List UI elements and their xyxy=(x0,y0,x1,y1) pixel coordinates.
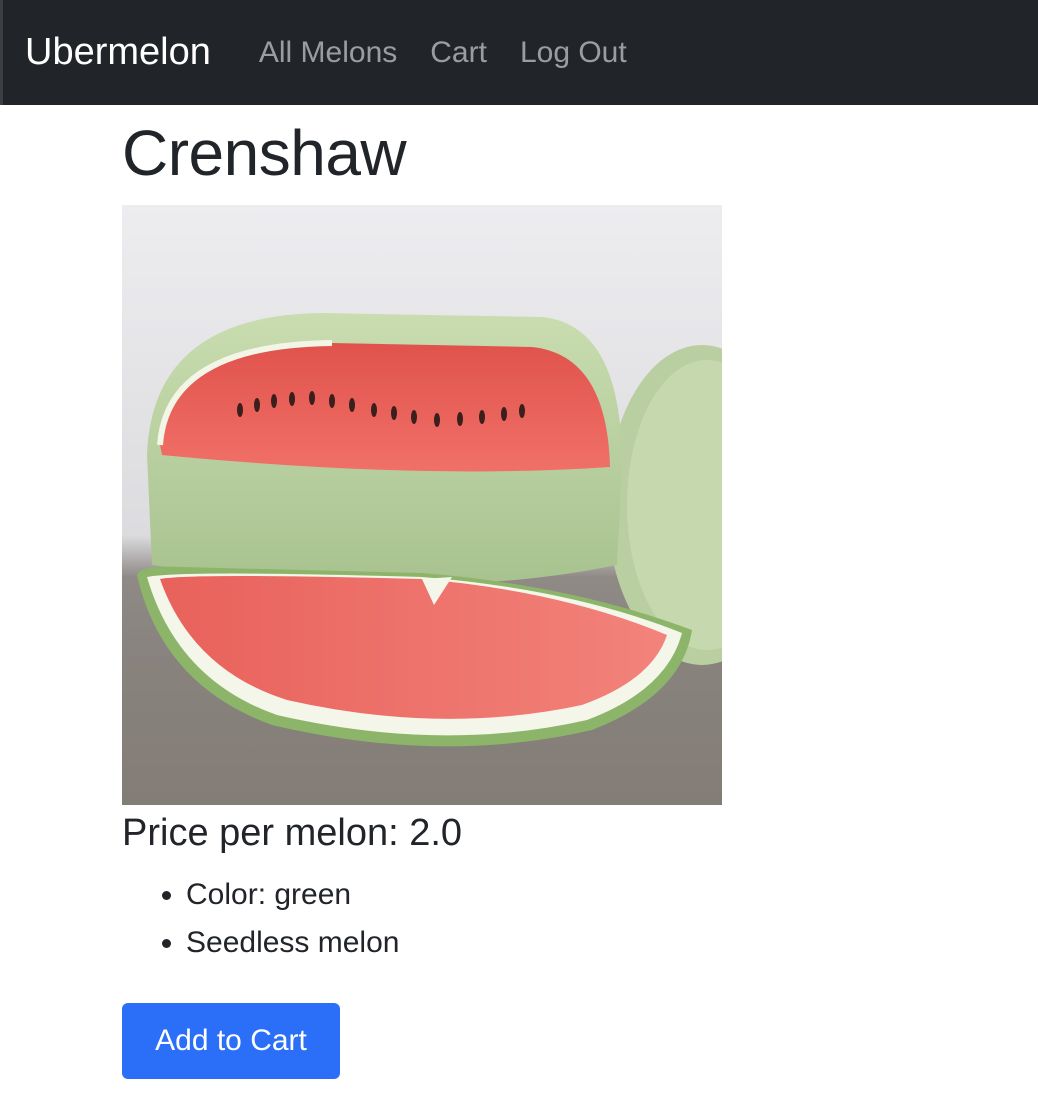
melon-photo xyxy=(122,205,722,805)
nav-link-log-out[interactable]: Log Out xyxy=(520,36,627,70)
nav-link-cart[interactable]: Cart xyxy=(430,36,487,70)
nav-link-all-melons[interactable]: All Melons xyxy=(259,36,397,70)
navbar: Ubermelon All Melons Cart Log Out xyxy=(0,0,1038,105)
feature-color: Color: green xyxy=(186,871,1038,919)
page-title: Crenshaw xyxy=(122,117,407,189)
feature-seedless: Seedless melon xyxy=(186,919,1038,967)
nav-links: All Melons Cart Log Out xyxy=(259,36,660,70)
add-to-cart-button[interactable]: Add to Cart xyxy=(122,1003,340,1079)
melon-details: Crenshaw Price per melon: 2.0 • Color: g… xyxy=(122,113,1038,1079)
brand-link[interactable]: Ubermelon xyxy=(25,31,211,74)
price-text: Price per melon: 2.0 xyxy=(122,812,463,854)
feature-list: Color: green Seedless melon xyxy=(122,871,1038,967)
